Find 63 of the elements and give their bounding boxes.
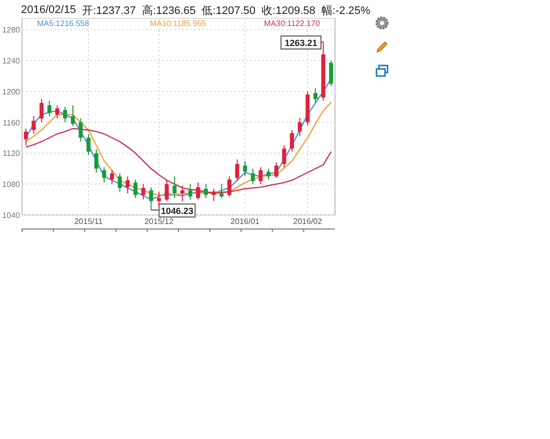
candlestick (188, 184, 192, 200)
x-tick-label: 2015/12 (144, 217, 174, 226)
candlestick (94, 148, 98, 174)
candlestick (282, 144, 286, 168)
candlestick (250, 168, 255, 185)
candlestick (32, 116, 36, 134)
quote-value: 幅:-2.25% (321, 4, 370, 18)
candlestick (180, 185, 184, 202)
candlestick (70, 104, 75, 127)
y-tick-label: 1160 (2, 118, 20, 128)
candlestick (243, 160, 248, 177)
candlestick (258, 166, 263, 185)
candlestick (274, 162, 278, 178)
candlestick (298, 117, 302, 137)
moving-average-label: MA5:1216.558 (37, 19, 90, 28)
y-tick-label: 1040 (2, 211, 20, 220)
y-tick-label: 1120 (2, 149, 20, 158)
candlestick (110, 170, 114, 185)
quote-value: 开:1237.37 (82, 4, 136, 18)
candlestick (204, 184, 208, 199)
candlestick (196, 182, 200, 200)
candlestick (227, 176, 232, 197)
y-tick-label: 1240 (2, 56, 20, 66)
low-price-label: 1046.23 (158, 204, 196, 218)
candlestick (172, 176, 177, 199)
candlestick (63, 106, 68, 123)
moving-average-label: MA10:1185.965 (150, 19, 206, 28)
y-tick-label: 1200 (2, 87, 20, 96)
candlestick (141, 184, 146, 200)
x-tick-label: 2016/02 (293, 217, 322, 226)
candlestick (329, 60, 334, 86)
candlestick (212, 188, 216, 202)
candlestick (78, 118, 83, 142)
candlestick (126, 176, 130, 194)
candlestick (149, 186, 154, 211)
date-label: 2016/02/15 (21, 4, 76, 16)
candlestick (164, 180, 169, 202)
quote-value: 收:1209.58 (262, 4, 316, 18)
candlestick (220, 184, 224, 199)
candlestick (133, 178, 138, 199)
x-tick-label: 2016/01 (230, 217, 260, 226)
candlestick (235, 158, 240, 182)
candlestick (40, 98, 44, 123)
candlestick (55, 104, 60, 119)
high-price-label: 1263.21 (280, 36, 322, 50)
candlestick (266, 168, 270, 180)
candlestick (47, 100, 52, 117)
candlestick (24, 128, 28, 146)
moving-average-label: MA30:1122.170 (264, 19, 320, 28)
candlestick (118, 172, 122, 192)
candlestick (156, 191, 161, 208)
candlestick (290, 130, 294, 152)
y-tick-label: 1280 (2, 26, 20, 35)
y-tick-label: 1080 (2, 180, 20, 190)
x-tick-label: 2015/11 (74, 217, 103, 226)
candlestick (102, 166, 106, 184)
candlestick (313, 88, 318, 104)
candlestick (86, 133, 91, 156)
quote-value: 高:1236.65 (142, 4, 196, 18)
windows-icon[interactable] (375, 64, 390, 78)
settings-icon[interactable] (375, 16, 390, 30)
pencil-icon[interactable] (375, 40, 390, 54)
quote-value: 低:1207.50 (202, 4, 256, 18)
